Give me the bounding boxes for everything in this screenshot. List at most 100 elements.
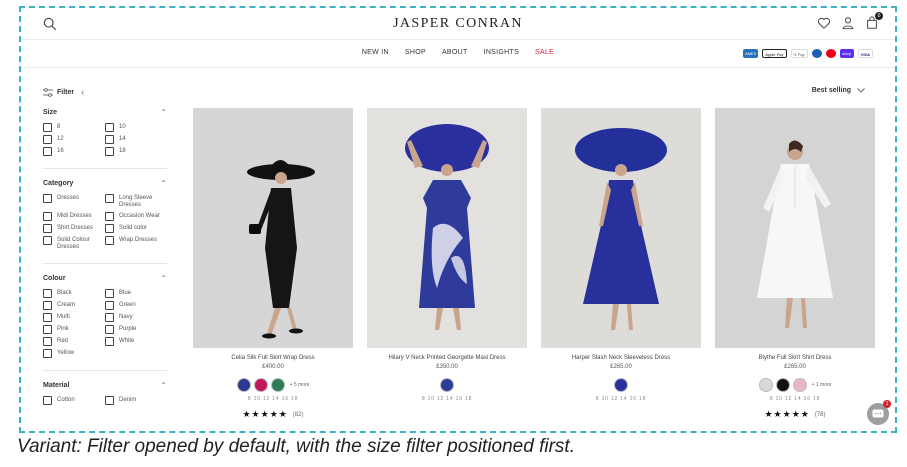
filter-option-colour[interactable]: White <box>105 337 167 346</box>
product-title[interactable]: Celia Silk Full Skirt Wrap Dress <box>193 355 353 361</box>
more-colors[interactable]: + 1 more <box>812 382 832 388</box>
filter-option-colour[interactable]: Purple <box>105 325 167 334</box>
checkbox[interactable] <box>43 123 52 132</box>
swatch-grey[interactable] <box>758 378 773 392</box>
filter-option-size-8[interactable]: 8 <box>43 123 105 132</box>
filter-option-category[interactable]: Occasion Wear <box>105 212 167 221</box>
checkbox[interactable] <box>43 289 52 298</box>
filter-option-colour[interactable]: Blue <box>105 289 167 298</box>
filter-group-colour: Colour ⌃ Black Blue Cream Green Multi Na… <box>43 274 167 358</box>
checkbox[interactable] <box>105 147 114 156</box>
checkbox[interactable] <box>105 325 114 334</box>
option-label: Blue <box>119 290 132 296</box>
checkbox[interactable] <box>43 212 52 221</box>
chevron-up-icon: ⌃ <box>160 108 167 117</box>
filter-material-header[interactable]: Material ⌃ <box>43 381 167 390</box>
chat-button[interactable]: 1 <box>867 400 891 425</box>
checkbox[interactable] <box>43 147 52 156</box>
amex-logo: AMEX <box>742 49 759 58</box>
filter-option-category[interactable]: Dresses <box>43 194 105 209</box>
filter-option-material[interactable]: Cotton <box>43 396 105 405</box>
filter-option-colour[interactable]: Green <box>105 301 167 310</box>
filter-option-size-16[interactable]: 16 <box>43 147 105 156</box>
checkbox[interactable] <box>105 224 114 233</box>
filter-option-colour[interactable]: Navy <box>105 313 167 322</box>
checkbox[interactable] <box>43 337 52 346</box>
checkbox[interactable] <box>105 123 114 132</box>
swatch-blue[interactable] <box>440 378 454 392</box>
product-card[interactable]: Hilary V Neck Printed Georgette Maxi Dre… <box>367 108 527 420</box>
brand-logo[interactable]: JASPER CONRAN <box>21 16 895 32</box>
swatch-blue[interactable] <box>236 378 251 392</box>
product-image[interactable] <box>715 108 875 348</box>
checkbox[interactable] <box>43 313 52 322</box>
product-image[interactable] <box>193 108 353 348</box>
product-card[interactable]: Celia Silk Full Skirt Wrap Dress £400.00… <box>193 108 353 420</box>
product-image[interactable] <box>541 108 701 348</box>
filter-material-title: Material <box>43 382 70 389</box>
filter-option-category[interactable]: Long Sleeve Dresses <box>105 194 167 209</box>
filter-option-category[interactable]: Solid Colour Dresses <box>43 236 105 251</box>
filter-option-category[interactable]: Wrap Dresses <box>105 236 167 251</box>
heart-icon[interactable] <box>817 16 831 30</box>
checkbox[interactable] <box>105 313 114 322</box>
nav-shop[interactable]: SHOP <box>405 49 426 56</box>
filter-option-colour[interactable]: Cream <box>43 301 105 310</box>
account-icon[interactable] <box>841 16 855 30</box>
checkbox[interactable] <box>105 194 114 203</box>
filter-category-header[interactable]: Category ⌃ <box>43 179 167 188</box>
filter-option-colour[interactable]: Black <box>43 289 105 298</box>
filter-colour-header[interactable]: Colour ⌃ <box>43 274 167 283</box>
filter-option-category[interactable]: Midi Dresses <box>43 212 105 221</box>
product-title[interactable]: Blythe Full Skirt Shirt Dress <box>715 355 875 361</box>
swatch-green[interactable] <box>270 378 285 392</box>
apple-pay-logo: Apple Pay <box>762 49 787 58</box>
checkbox[interactable] <box>43 396 52 405</box>
product-image[interactable] <box>367 108 527 348</box>
checkbox[interactable] <box>105 212 114 221</box>
filter-option-colour[interactable]: Multi <box>43 313 105 322</box>
checkbox[interactable] <box>105 301 114 310</box>
filter-option-material[interactable]: Denim <box>105 396 167 405</box>
filter-option-category[interactable]: Solid color <box>105 224 167 233</box>
nav-about[interactable]: ABOUT <box>442 49 468 56</box>
checkbox[interactable] <box>105 236 114 245</box>
filter-option-size-18[interactable]: 18 <box>105 147 167 156</box>
checkbox[interactable] <box>43 224 52 233</box>
more-colors[interactable]: + 5 more <box>290 382 310 388</box>
option-label: Purple <box>119 326 137 332</box>
filter-option-colour[interactable]: Pink <box>43 325 105 334</box>
checkbox[interactable] <box>43 325 52 334</box>
checkbox[interactable] <box>105 337 114 346</box>
sort-dropdown[interactable]: Best selling <box>812 87 865 94</box>
filter-option-colour[interactable]: Yellow <box>43 349 105 358</box>
checkbox[interactable] <box>43 135 52 144</box>
filter-size-header[interactable]: Size ⌃ <box>43 108 167 117</box>
cart-button[interactable]: 0 <box>865 12 883 30</box>
swatch-pink[interactable] <box>792 378 807 392</box>
nav-new-in[interactable]: NEW IN <box>362 49 389 56</box>
product-title[interactable]: Hilary V Neck Printed Georgette Maxi Dre… <box>367 355 527 361</box>
swatch-pink[interactable] <box>253 378 268 392</box>
swatch-blue[interactable] <box>614 378 628 392</box>
filter-toggle-button[interactable]: Filter ‹ <box>43 87 84 97</box>
checkbox[interactable] <box>43 194 52 203</box>
product-card[interactable]: Blythe Full Skirt Shirt Dress £265.00 + … <box>715 108 875 420</box>
nav-insights[interactable]: INSIGHTS <box>484 49 519 56</box>
checkbox[interactable] <box>105 396 114 405</box>
product-title[interactable]: Harper Slash Neck Sleeveless Dress <box>541 355 701 361</box>
checkbox[interactable] <box>43 301 52 310</box>
product-card[interactable]: Harper Slash Neck Sleeveless Dress £265.… <box>541 108 701 420</box>
nav-sale[interactable]: SALE <box>535 49 554 56</box>
filter-option-size-14[interactable]: 14 <box>105 135 167 144</box>
filter-option-colour[interactable]: Red <box>43 337 105 346</box>
checkbox[interactable] <box>43 236 52 245</box>
checkbox[interactable] <box>105 289 114 298</box>
review-count: (78) <box>814 411 826 418</box>
filter-option-category[interactable]: Shirt Dresses <box>43 224 105 233</box>
swatch-black[interactable] <box>775 378 790 392</box>
filter-option-size-12[interactable]: 12 <box>43 135 105 144</box>
filter-option-size-10[interactable]: 10 <box>105 123 167 132</box>
checkbox[interactable] <box>43 349 52 358</box>
checkbox[interactable] <box>105 135 114 144</box>
